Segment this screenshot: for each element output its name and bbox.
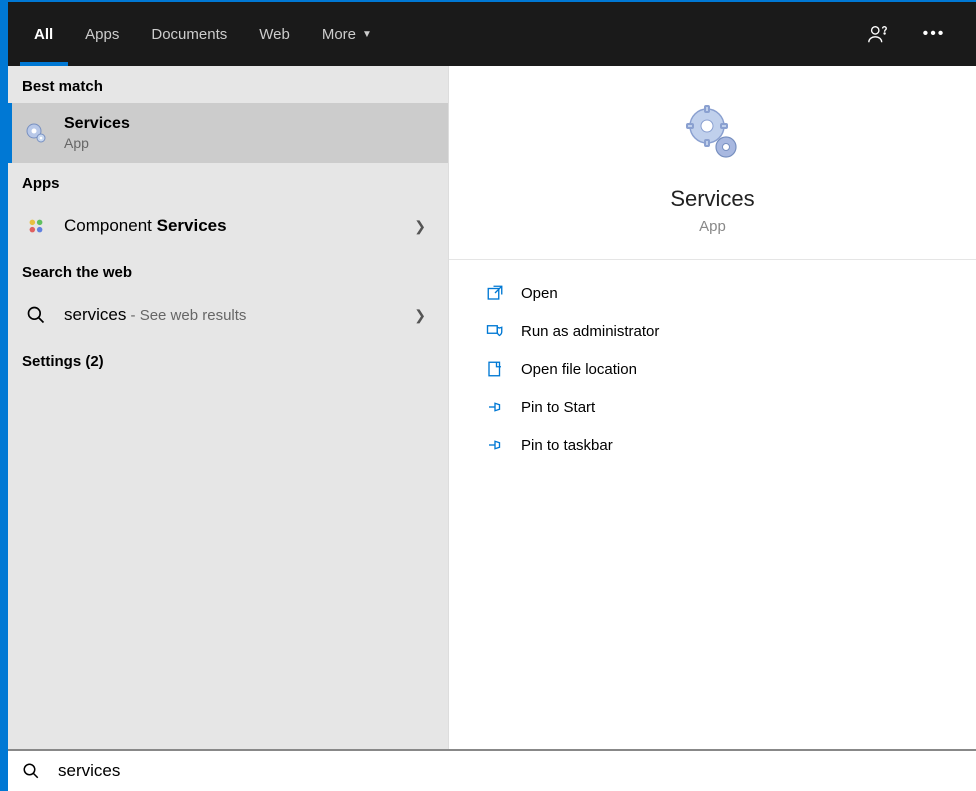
settings-header[interactable]: Settings (2): [8, 341, 448, 382]
tab-web[interactable]: Web: [243, 2, 306, 66]
tab-documents[interactable]: Documents: [135, 2, 243, 66]
options-icon[interactable]: •••: [920, 20, 948, 48]
action-open-label: Open: [521, 285, 558, 302]
search-input[interactable]: [58, 761, 962, 781]
preview-top: Services App: [449, 66, 976, 260]
best-match-header: Best match: [8, 66, 448, 103]
action-open-location[interactable]: Open file location: [449, 350, 976, 388]
filter-tabs: All Apps Documents Web More ▼: [18, 2, 388, 66]
action-pin-start-label: Pin to Start: [521, 399, 595, 416]
pin-icon: [483, 436, 507, 454]
best-match-title: Services: [64, 115, 434, 133]
web-query: services: [64, 305, 126, 324]
web-result-text: services - See web results: [64, 305, 406, 325]
preview-panel: Services App Open Run as administrator: [448, 66, 976, 749]
search-icon: [22, 301, 50, 329]
services-gear-icon: [22, 119, 50, 147]
shield-icon: [483, 322, 507, 340]
apps-result-component-services[interactable]: Component Services ❯: [8, 200, 448, 252]
tab-all[interactable]: All: [18, 2, 69, 66]
action-pin-start[interactable]: Pin to Start: [449, 388, 976, 426]
action-pin-taskbar[interactable]: Pin to taskbar: [449, 426, 976, 464]
tab-apps[interactable]: Apps: [69, 2, 135, 66]
apps-prefix: Component: [64, 216, 157, 235]
best-match-text: Services App: [64, 115, 434, 151]
results-panel: Best match Services App Apps: [8, 66, 448, 749]
ellipsis-icon: •••: [923, 25, 946, 43]
apps-result-text: Component Services: [64, 216, 406, 236]
search-header: All Apps Documents Web More ▼ •••: [8, 2, 976, 66]
top-accent: [0, 0, 976, 2]
action-run-admin[interactable]: Run as administrator: [449, 312, 976, 350]
web-result-title: services - See web results: [64, 305, 406, 325]
header-right: •••: [864, 20, 976, 48]
apps-result-title: Component Services: [64, 216, 406, 236]
chevron-right-icon: ❯: [406, 218, 434, 235]
folder-icon: [483, 360, 507, 378]
preview-actions: Open Run as administrator Open file loca…: [449, 260, 976, 478]
services-gear-icon-large: [681, 102, 745, 166]
feedback-icon[interactable]: [864, 20, 892, 48]
component-services-icon: [22, 212, 50, 240]
open-icon: [483, 284, 507, 302]
chevron-right-icon: ❯: [406, 307, 434, 324]
action-open[interactable]: Open: [449, 274, 976, 312]
search-bar[interactable]: [8, 749, 976, 791]
action-run-admin-label: Run as administrator: [521, 323, 659, 340]
tab-more-label: More: [322, 26, 356, 43]
web-result[interactable]: services - See web results ❯: [8, 289, 448, 341]
pin-icon: [483, 398, 507, 416]
search-web-header: Search the web: [8, 252, 448, 289]
main-content: Best match Services App Apps: [8, 66, 976, 749]
apps-header: Apps: [8, 163, 448, 200]
action-pin-taskbar-label: Pin to taskbar: [521, 437, 613, 454]
best-match-result[interactable]: Services App: [8, 103, 448, 163]
web-suffix: - See web results: [126, 307, 246, 324]
tab-more[interactable]: More ▼: [306, 2, 388, 66]
preview-sub: App: [699, 218, 726, 235]
search-icon: [22, 762, 40, 780]
apps-bold: Services: [157, 216, 227, 235]
preview-title: Services: [670, 186, 754, 212]
best-match-sub: App: [64, 135, 434, 151]
chevron-down-icon: ▼: [362, 29, 372, 40]
desktop-sliver: [0, 0, 8, 791]
action-open-location-label: Open file location: [521, 361, 637, 378]
